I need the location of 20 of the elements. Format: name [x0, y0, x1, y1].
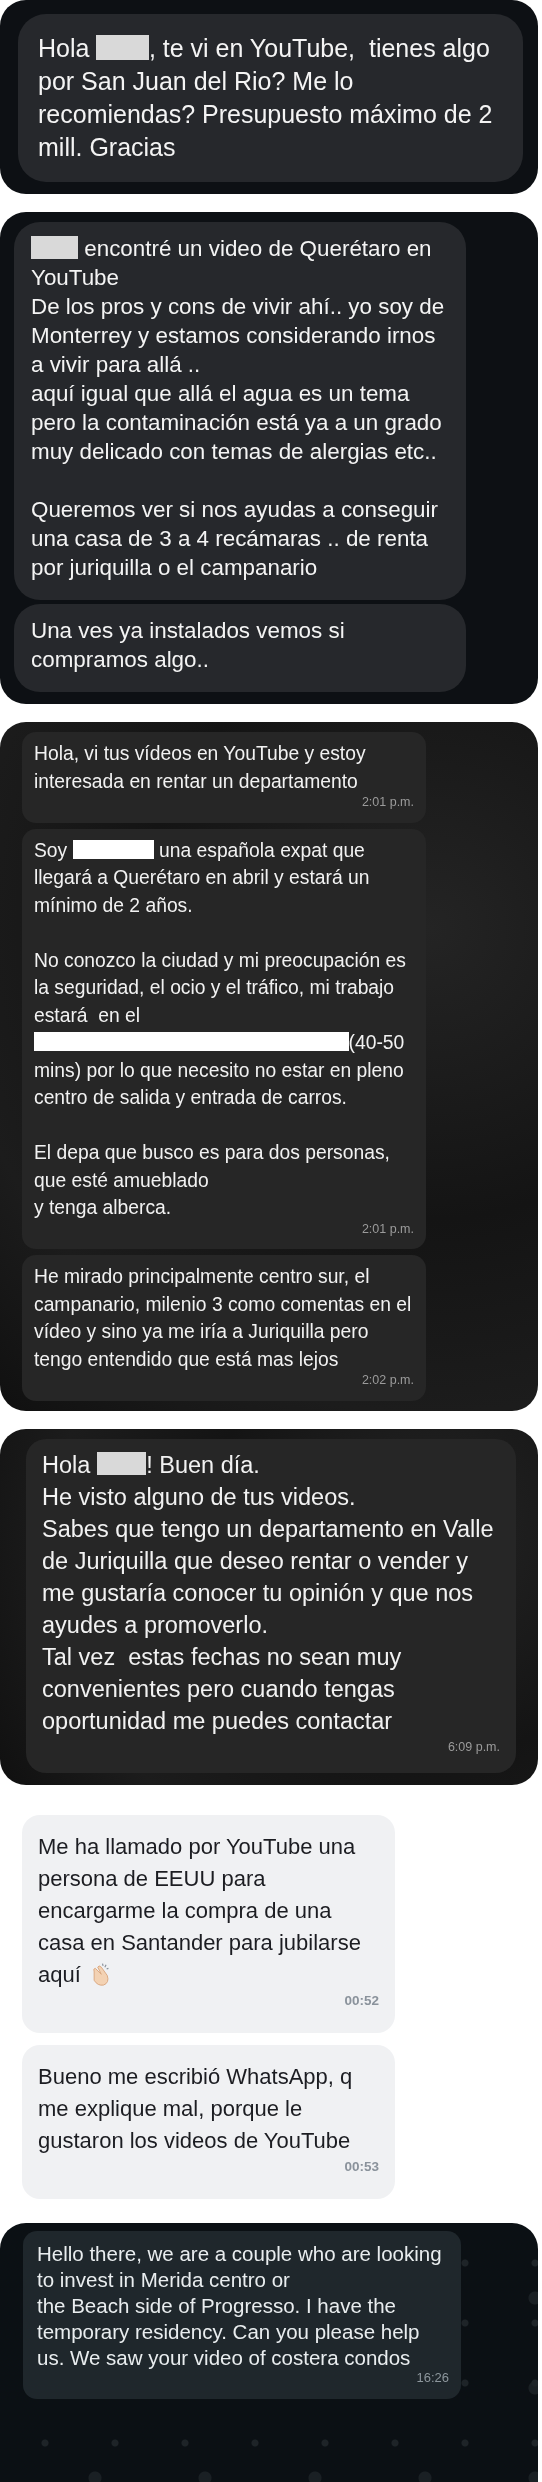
timestamp: 2:01 p.m.	[361, 794, 414, 811]
message-text: Bueno me escribió WhatsApp, q me explique mal, porque le gustaron los videos de YouTube	[38, 2062, 354, 2155]
redaction-bar	[31, 236, 79, 259]
message-text: Hola, vi tus vídeos en YouTube y estoy interesada en rentar un departamento	[34, 742, 367, 794]
message-text: Hola ! Buen día. He visto alguno de tus videos. Sabes que tengo un departamento en Valle de Juriquilla que deseo rentar o vender y me gustaría conocer tu opinión y que nos ayudes a promoverlo. Tal vez estas fechas no sean muy convenientes pero cuando tengas oportunidad me puedes contactar	[42, 1450, 495, 1736]
message-text: He mirado principalmente centro sur, el campanario, milenio 3 como comentas en el vídeo y sino ya me iría a Juriquilla pero tengo entendido que está mas lejos	[34, 1265, 413, 1372]
timestamp: 16:26	[416, 2368, 449, 2387]
redaction-bar	[96, 1451, 147, 1476]
message-text: Me ha llamado por YouTube una persona de EEUU para encargarme la compra de una casa en Santander para jubilarse aquí	[38, 1832, 362, 1991]
message-text: Hello there, we are a couple who are looking to invest in Merida centro or the Beach side of Progresso. I have the temporary residency. Can you please help us. We saw your video of costera condos	[37, 2240, 443, 2371]
message-text: Una ves ya instalados vemos si compramos algo..	[31, 617, 346, 674]
timestamp: 00:53	[344, 2157, 379, 2176]
redaction-bar	[96, 35, 149, 60]
timestamp: 2:02 p.m.	[361, 1372, 414, 1389]
timestamp: 00:52	[344, 1991, 379, 2010]
message-text: Hola , te vi en YouTube, tienes algo por San Juan del Rio? Me lo recomiendas? Presupuesto máximo de 2 mill. Gracias	[38, 33, 494, 163]
message-text: encontré un video de Querétaro en YouTube De los pros y cons de vivir ahí.. yo soy de Monterrey y estamos considerando irnos a vivir para allá .. aquí igual que allá el agua es un tema pero la contaminación está ya a un grado muy delicado con temas de alergias etc.. Queremos ver si nos ayudas a conseguir una casa de 3 a 4 recámaras .. de renta por juriquilla o el campanario	[31, 235, 446, 582]
timestamp: 2:01 p.m.	[361, 1220, 414, 1238]
message-text: Soy una española expat que llegará a Querétaro en abril y estará un mínimo de 2 años. No conozco la ciudad y mi preocupación es la seguridad, el ocio y el tráfico, mi trabajo estará en el (40-50 mins) por lo que necesito no estar en pleno centro de salida y entrada de carros. El depa que busco es para dos personas, que esté amueblado y tenga alberca.	[34, 838, 407, 1220]
timestamp: 6:09 p.m.	[447, 1738, 500, 1756]
